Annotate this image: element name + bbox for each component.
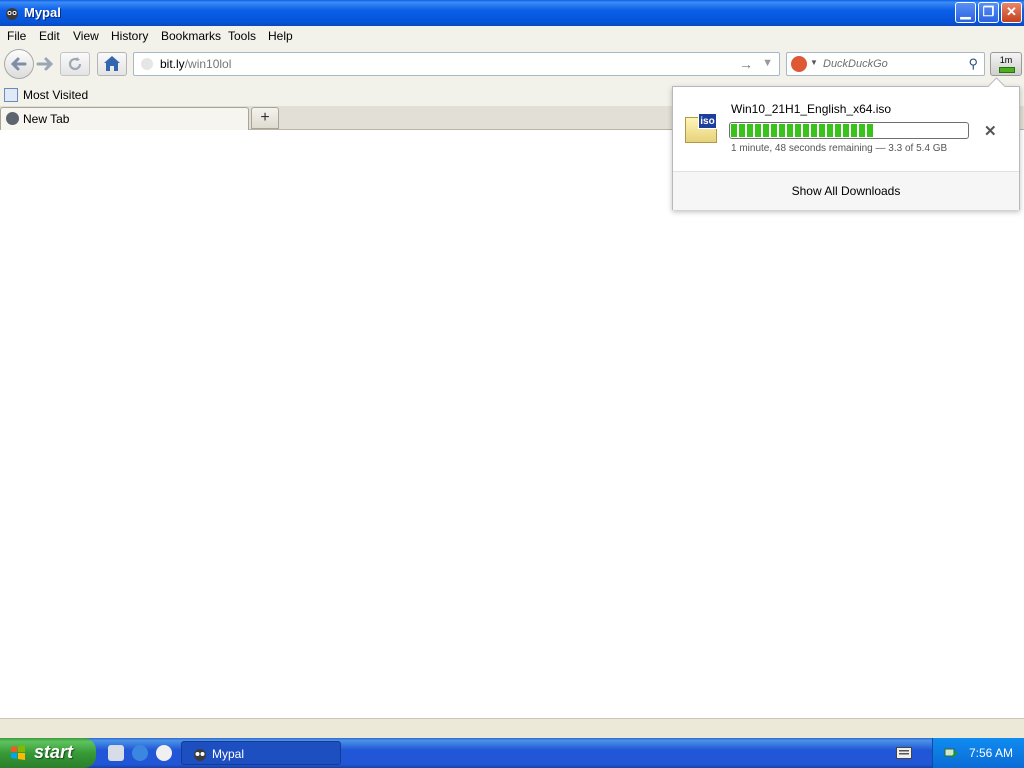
windows-flag-icon <box>11 745 25 760</box>
maximize-button[interactable]: ❐ <box>978 2 999 23</box>
system-tray: 7:56 AM <box>932 738 1024 768</box>
clock: 7:56 AM <box>969 746 1014 760</box>
reload-button[interactable] <box>60 52 90 76</box>
menu-bookmarks[interactable]: Bookmarks <box>161 29 221 43</box>
media-player-icon[interactable] <box>156 745 172 761</box>
network-icon[interactable] <box>943 745 959 761</box>
new-tab-button[interactable]: + <box>251 107 279 129</box>
search-placeholder[interactable]: DuckDuckGo <box>823 58 888 70</box>
menu-tools[interactable]: Tools <box>228 29 256 43</box>
menu-history[interactable]: History <box>111 29 148 43</box>
back-button[interactable] <box>4 49 34 79</box>
globe-icon <box>141 58 153 70</box>
download-status: 1 minute, 48 seconds remaining — 3.3 of … <box>731 143 948 154</box>
start-button[interactable]: start <box>0 738 96 768</box>
tab-label: New Tab <box>23 112 70 126</box>
download-time-label: 1m <box>999 55 1013 65</box>
duckduckgo-icon[interactable] <box>791 56 807 72</box>
tab-new-tab[interactable]: New Tab <box>0 107 249 130</box>
navigation-toolbar: bit.ly/win10lol → ▼ ▼ DuckDuckGo ⚲ 1m <box>0 46 1024 86</box>
taskbar-item-label: Mypal <box>212 747 245 761</box>
search-icon[interactable]: ⚲ <box>968 56 978 72</box>
minimize-button[interactable]: ▁ <box>955 2 976 23</box>
window-title: Mypal <box>24 5 61 20</box>
start-label: start <box>34 742 74 762</box>
plus-icon: + <box>260 109 270 126</box>
most-visited-icon <box>4 88 18 102</box>
url-text[interactable]: bit.ly/win10lol <box>160 57 231 71</box>
downloads-footer: Show All Downloads <box>673 171 1019 210</box>
menu-edit[interactable]: Edit <box>39 29 60 43</box>
taskbar: start Mypal 7:56 AM <box>0 738 1024 768</box>
home-button[interactable] <box>97 52 127 76</box>
cancel-download-button[interactable]: ✕ <box>984 122 997 140</box>
bookmark-most-visited[interactable]: Most Visited <box>23 88 88 102</box>
keyboard-icon[interactable] <box>896 747 912 759</box>
address-bar[interactable]: bit.ly/win10lol → ▼ <box>133 52 780 76</box>
home-icon <box>104 56 120 71</box>
taskbar-item-mypal[interactable]: Mypal <box>181 741 341 765</box>
maximize-icon: ❐ <box>982 4 995 19</box>
show-all-downloads-button[interactable]: Show All Downloads <box>673 184 1019 198</box>
page-content[interactable] <box>0 130 1024 718</box>
download-progress-fill <box>731 124 875 137</box>
globe-icon <box>6 112 19 125</box>
chevron-down-icon[interactable]: ▼ <box>810 58 818 67</box>
internet-explorer-icon[interactable] <box>132 745 148 761</box>
downloads-button[interactable]: 1m <box>990 52 1022 76</box>
download-icon <box>999 67 1015 73</box>
menu-file[interactable]: File <box>7 29 26 43</box>
menu-bar: File Edit View History Bookmarks Tools H… <box>0 26 1024 46</box>
downloads-panel: iso Win10_21H1_English_x64.iso 1 minute,… <box>672 77 1020 210</box>
cancel-icon: ✕ <box>984 123 997 140</box>
status-bar <box>0 718 1024 738</box>
close-button[interactable]: ✕ <box>1001 2 1022 23</box>
iso-file-icon[interactable]: iso <box>685 113 717 143</box>
close-icon: ✕ <box>1006 4 1017 19</box>
url-dropdown-icon[interactable]: ▼ <box>762 57 773 69</box>
search-box[interactable]: ▼ DuckDuckGo ⚲ <box>786 52 985 76</box>
title-bar[interactable]: Mypal ▁ ❐ ✕ <box>0 0 1024 26</box>
forward-button[interactable] <box>34 54 56 74</box>
back-icon <box>10 57 27 71</box>
show-desktop-icon[interactable] <box>108 745 124 761</box>
mypal-icon <box>6 8 18 20</box>
minimize-icon: ▁ <box>960 4 971 19</box>
forward-icon <box>36 57 54 71</box>
menu-view[interactable]: View <box>73 29 99 43</box>
download-file-name[interactable]: Win10_21H1_English_x64.iso <box>731 102 891 116</box>
download-progress-bar <box>729 122 969 139</box>
menu-help[interactable]: Help <box>268 29 293 43</box>
mypal-icon <box>194 749 206 761</box>
go-arrow-icon[interactable]: → <box>739 56 753 72</box>
reload-icon <box>68 57 82 71</box>
